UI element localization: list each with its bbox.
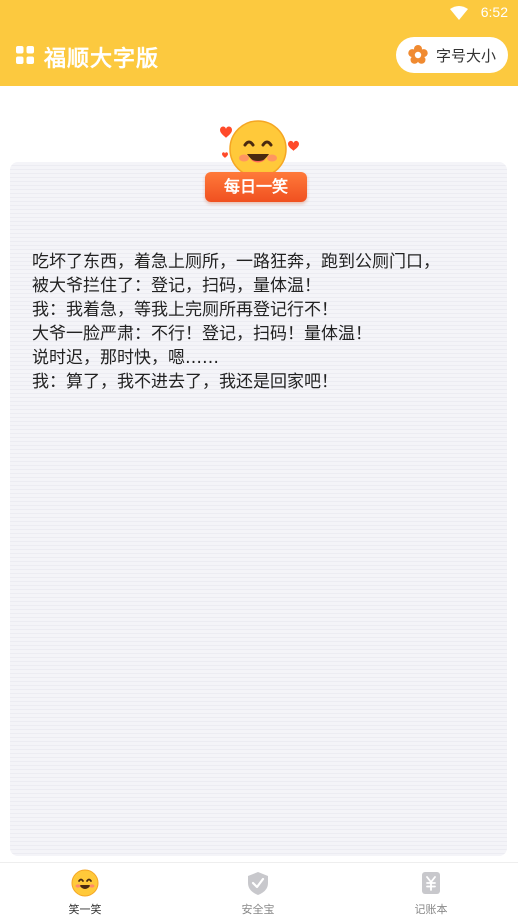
joke-text: 吃坏了东西，着急上厕所，一路狂奔，跑到公厕门口， 被大爷拦住了：登记，扫码，量体…: [32, 250, 492, 394]
joke-line: 我：算了，我不进去了，我还是回家吧！: [32, 372, 338, 392]
joke-line: 我：我着急，等我上完厕所再登记行不！: [32, 300, 338, 320]
nav-label: 安全宝: [241, 903, 275, 916]
joke-line: 大爷一脸严肃：不行！登记，扫码！量体温！: [32, 324, 372, 344]
status-bar: 6:52: [0, 0, 518, 28]
header: 6:52 福顺大字版 字号大小: [0, 0, 518, 86]
nav-label: 笑一笑: [68, 903, 102, 916]
smiley-icon: [71, 869, 99, 897]
nav-item-ledger[interactable]: 记账本: [391, 869, 471, 919]
status-time: 6:52: [480, 4, 508, 20]
shield-icon: [248, 872, 268, 895]
app-title: 福顺大字版: [44, 47, 160, 72]
app-bar: 福顺大字版 字号大小: [0, 28, 518, 86]
nav-label: 记账本: [414, 903, 448, 916]
grid-icon[interactable]: [16, 46, 34, 64]
joke-line: 吃坏了东西，着急上厕所，一路狂奔，跑到公厕门口，: [32, 252, 440, 272]
ledger-icon: [422, 872, 440, 894]
font-size-label: 字号大小: [435, 46, 496, 65]
font-size-button[interactable]: 字号大小: [396, 37, 508, 73]
badge-label: 每日一笑: [205, 172, 307, 202]
joke-line: 说时迟，那时快，嗯……: [32, 348, 219, 368]
nav-item-laugh[interactable]: 笑一笑: [45, 869, 125, 919]
bottom-nav: 笑一笑 安全宝 记账本: [0, 862, 518, 920]
joke-badge: 每日一笑: [205, 118, 311, 204]
wifi-icon: [450, 6, 468, 20]
flower-icon: [408, 45, 428, 64]
nav-item-safety[interactable]: 安全宝: [218, 869, 298, 919]
joke-line: 被大爷拦住了：登记，扫码，量体温！: [32, 276, 321, 296]
